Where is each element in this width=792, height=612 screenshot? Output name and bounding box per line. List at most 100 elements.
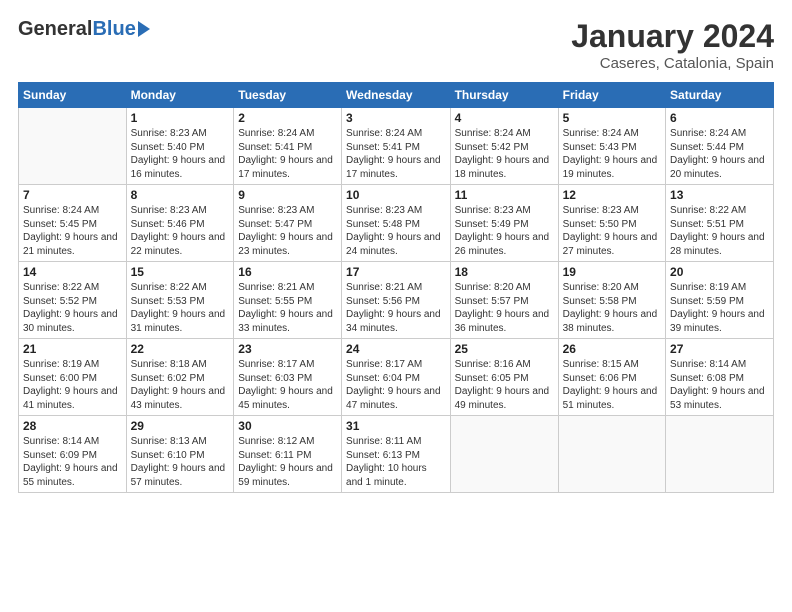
day-info: Sunrise: 8:16 AM Sunset: 6:05 PM Daylight:… (455, 358, 554, 412)
sunrise-text: Sunrise: 8:24 AM (455, 128, 531, 139)
day-number: 19 (563, 265, 661, 279)
daylight-text: Daylight: 9 hours and 41 minutes. (23, 386, 118, 411)
table-row: 12 Sunrise: 8:23 AMSunset: 5:50 PMDayligh… (558, 185, 665, 262)
sunrise-text: Sunrise: 8:24 AM (670, 128, 746, 139)
sunrise-text: Sunrise: 8:23 AM (131, 128, 207, 139)
sunset-text: Sunset: 5:48 PM (346, 219, 420, 230)
sunrise-text: Sunrise: 8:23 AM (346, 205, 422, 216)
sunset-text: Sunset: 5:45 PM (23, 219, 97, 230)
day-info: Sunrise: 8:21 AMSunset: 5:56 PMDaylight:… (346, 281, 446, 335)
daylight-text: Daylight: 9 hours and 28 minutes. (670, 232, 765, 257)
day-info: Sunrise: 8:22 AM Sunset: 5:53 PM Daylight:… (131, 281, 230, 335)
daylight-text: Daylight: 9 hours and 20 minutes. (670, 155, 765, 180)
sunset-text: Sunset: 5:47 PM (238, 219, 312, 230)
sunrise-text: Sunrise: 8:14 AM (670, 359, 746, 370)
day-number: 4 (455, 111, 554, 125)
sunset-text: Sunset: 5:40 PM (131, 142, 205, 153)
sunrise-text: Sunrise: 8:15 AM (563, 359, 639, 370)
sunset-text: Sunset: 5:43 PM (563, 142, 637, 153)
day-number: 18 (455, 265, 554, 279)
daylight-text: Daylight: 9 hours and 19 minutes. (563, 155, 658, 180)
col-saturday: Saturday (666, 83, 774, 108)
table-row: 3Sunrise: 8:24 AMSunset: 5:41 PMDaylight… (342, 108, 451, 185)
sunrise-text: Sunrise: 8:14 AM (23, 436, 99, 447)
day-number: 20 (670, 265, 769, 279)
table-row: 29Sunrise: 8:13 AMSunset: 6:10 PMDayligh… (126, 416, 234, 493)
sunset-text: Sunset: 5:58 PM (563, 296, 637, 307)
week-row-4: 21Sunrise: 8:19 AMSunset: 6:00 PMDayligh… (19, 339, 774, 416)
day-number: 29 (131, 419, 230, 433)
day-number: 25 (455, 342, 554, 356)
sunrise-text: Sunrise: 8:13 AM (131, 436, 207, 447)
day-number: 2 (238, 111, 337, 125)
sunset-text: Sunset: 6:04 PM (346, 373, 420, 384)
day-info: Sunrise: 8:24 AM Sunset: 5:44 PM Daylight:… (670, 127, 769, 181)
sunset-text: Sunset: 6:03 PM (238, 373, 312, 384)
day-info: Sunrise: 8:19 AMSunset: 6:00 PMDaylight:… (23, 358, 122, 412)
day-number: 11 (455, 188, 554, 202)
daylight-text: Daylight: 9 hours and 30 minutes. (23, 309, 118, 334)
day-number: 3 (346, 111, 446, 125)
daylight-text: Daylight: 9 hours and 26 minutes. (455, 232, 550, 257)
sunrise-text: Sunrise: 8:17 AM (346, 359, 422, 370)
day-number: 28 (23, 419, 122, 433)
day-info: Sunrise: 8:23 AMSunset: 5:49 PMDaylight:… (455, 204, 554, 258)
table-row: 23Sunrise: 8:17 AMSunset: 6:03 PMDayligh… (234, 339, 342, 416)
sunset-text: Sunset: 5:49 PM (455, 219, 529, 230)
day-info: Sunrise: 8:14 AMSunset: 6:09 PMDaylight:… (23, 435, 122, 489)
daylight-text: Daylight: 9 hours and 17 minutes. (346, 155, 441, 180)
week-row-3: 14Sunrise: 8:22 AMSunset: 5:52 PMDayligh… (19, 262, 774, 339)
daylight-text: Daylight: 9 hours and 49 minutes. (455, 386, 550, 411)
daylight-text: Daylight: 9 hours and 43 minutes. (131, 386, 226, 411)
day-info: Sunrise: 8:15 AMSunset: 6:06 PMDaylight:… (563, 358, 661, 412)
sunset-text: Sunset: 5:53 PM (131, 296, 205, 307)
daylight-text: Daylight: 9 hours and 51 minutes. (563, 386, 658, 411)
table-row (558, 416, 665, 493)
sunrise-text: Sunrise: 8:23 AM (131, 205, 207, 216)
sunset-text: Sunset: 6:11 PM (238, 450, 311, 461)
day-number: 5 (563, 111, 661, 125)
sunset-text: Sunset: 6:10 PM (131, 450, 205, 461)
sunrise-text: Sunrise: 8:22 AM (131, 282, 207, 293)
day-number: 13 (670, 188, 769, 202)
sunrise-text: Sunrise: 8:16 AM (455, 359, 531, 370)
table-row (19, 108, 127, 185)
sunrise-text: Sunrise: 8:11 AM (346, 436, 421, 447)
table-row: 26 Sunrise: 8:15 AMSunset: 6:06 PMDayligh… (558, 339, 665, 416)
sunset-text: Sunset: 6:05 PM (455, 373, 529, 384)
day-info: Sunrise: 8:18 AMSunset: 6:02 PMDaylight:… (131, 358, 230, 412)
daylight-text: Daylight: 9 hours and 34 minutes. (346, 309, 441, 334)
sunset-text: Sunset: 5:44 PM (670, 142, 744, 153)
daylight-text: Daylight: 9 hours and 36 minutes. (455, 309, 550, 334)
day-info: Sunrise: 8:24 AMSunset: 5:41 PMDaylight:… (238, 127, 337, 181)
sunrise-text: Sunrise: 8:23 AM (238, 205, 314, 216)
table-row: 11 Sunrise: 8:23 AMSunset: 5:49 PMDayligh… (450, 185, 558, 262)
day-info: Sunrise: 8:14 AMSunset: 6:08 PMDaylight:… (670, 358, 769, 412)
day-info: Sunrise: 8:23 AMSunset: 5:50 PMDaylight:… (563, 204, 661, 258)
day-info: Sunrise: 8:21 AMSunset: 5:55 PMDaylight:… (238, 281, 337, 335)
sunset-text: Sunset: 6:09 PM (23, 450, 97, 461)
table-row: 24Sunrise: 8:17 AMSunset: 6:04 PMDayligh… (342, 339, 451, 416)
day-number: 17 (346, 265, 446, 279)
day-number: 7 (23, 188, 122, 202)
week-row-1: 1Sunrise: 8:23 AMSunset: 5:40 PMDaylight… (19, 108, 774, 185)
day-info: Sunrise: 8:11 AMSunset: 6:13 PMDaylight:… (346, 435, 446, 489)
table-row: 9Sunrise: 8:23 AMSunset: 5:47 PMDaylight… (234, 185, 342, 262)
daylight-text: Daylight: 9 hours and 31 minutes. (131, 309, 226, 334)
table-row: 25 Sunrise: 8:16 AM Sunset: 6:05 PM Dayligh… (450, 339, 558, 416)
sunset-text: Sunset: 5:57 PM (455, 296, 529, 307)
table-row: 31Sunrise: 8:11 AMSunset: 6:13 PMDayligh… (342, 416, 451, 493)
sunrise-text: Sunrise: 8:24 AM (238, 128, 314, 139)
daylight-text: Daylight: 9 hours and 38 minutes. (563, 309, 658, 334)
sunrise-text: Sunrise: 8:19 AM (23, 359, 99, 370)
day-number: 12 (563, 188, 661, 202)
day-info: Sunrise: 8:24 AMSunset: 5:45 PMDaylight:… (23, 204, 122, 258)
daylight-text: Daylight: 9 hours and 23 minutes. (238, 232, 333, 257)
day-number: 26 (563, 342, 661, 356)
day-number: 24 (346, 342, 446, 356)
day-info: Sunrise: 8:20 AMSunset: 5:57 PMDaylight:… (455, 281, 554, 335)
logo-blue-text: Blue (92, 18, 135, 41)
subtitle: Caseres, Catalonia, Spain (571, 55, 774, 72)
table-row: 30Sunrise: 8:12 AMSunset: 6:11 PMDayligh… (234, 416, 342, 493)
table-row: 19Sunrise: 8:20 AMSunset: 5:58 PMDayligh… (558, 262, 665, 339)
